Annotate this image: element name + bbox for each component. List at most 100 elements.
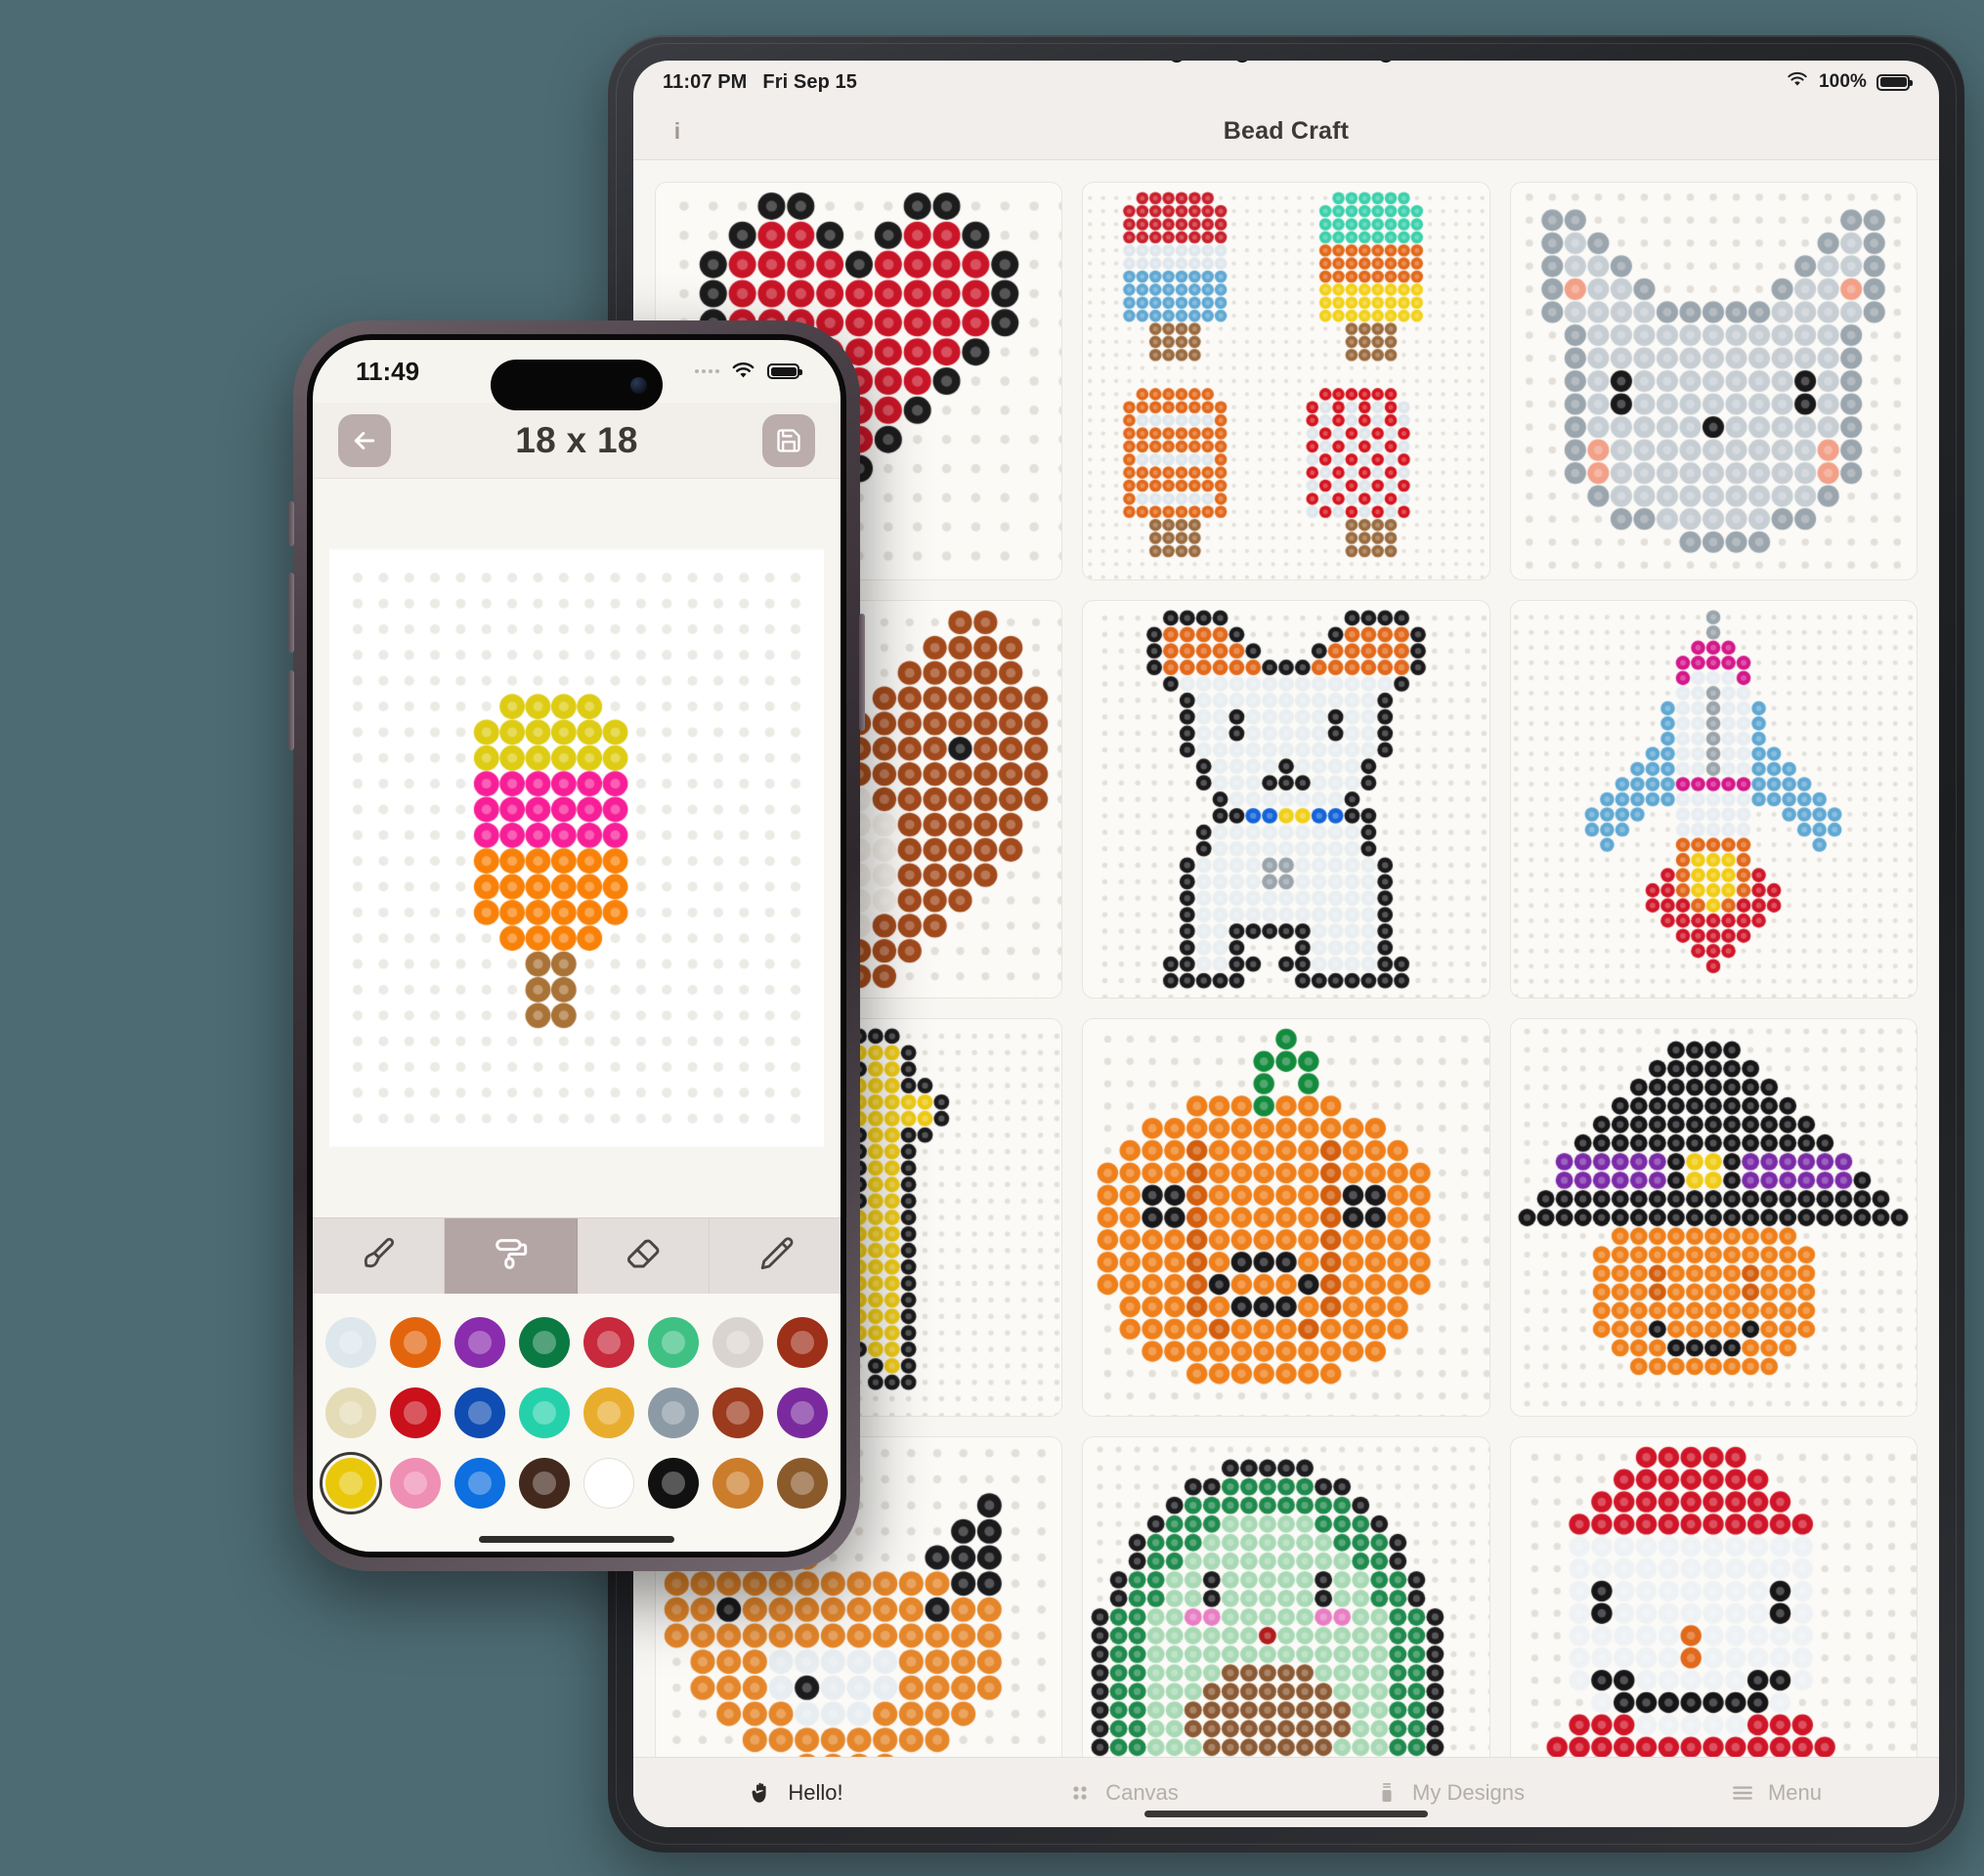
swatch-hole xyxy=(404,1401,427,1425)
color-swatch-11[interactable] xyxy=(513,1382,576,1444)
ipad-nav-bar: i Bead Craft xyxy=(633,104,1939,160)
color-swatch-2[interactable] xyxy=(449,1311,511,1374)
tab-hello[interactable]: Hello! xyxy=(633,1780,960,1806)
swatch-hole xyxy=(726,1401,750,1425)
swatch-fill xyxy=(648,1387,699,1438)
iphone-volume-up-button[interactable] xyxy=(288,573,294,653)
dog-design[interactable] xyxy=(1082,600,1490,999)
bead-grid[interactable] xyxy=(329,535,824,1161)
swatch-fill xyxy=(648,1317,699,1368)
iphone-volume-down-button[interactable] xyxy=(288,670,294,750)
color-swatch-9[interactable] xyxy=(384,1382,447,1444)
swatch-fill xyxy=(712,1458,763,1509)
home-indicator xyxy=(313,1526,841,1552)
pumpkin-design[interactable] xyxy=(1082,1018,1490,1417)
paint-roller-icon xyxy=(491,1234,530,1278)
iphone-bezel: 11:49 18 x 18 xyxy=(307,334,846,1557)
tab-menu[interactable]: Menu xyxy=(1613,1780,1939,1806)
color-swatch-12[interactable] xyxy=(578,1382,640,1444)
swatch-hole xyxy=(791,1471,814,1495)
swatch-hole xyxy=(726,1331,750,1354)
color-swatch-4[interactable] xyxy=(578,1311,640,1374)
swatch-fill xyxy=(712,1387,763,1438)
wifi-icon xyxy=(730,357,756,387)
swatch-hole xyxy=(533,1401,556,1425)
color-swatch-6[interactable] xyxy=(707,1311,769,1374)
color-swatch-16[interactable] xyxy=(320,1452,382,1514)
signal-dots-icon xyxy=(695,369,719,373)
witch-hat-design[interactable] xyxy=(1509,1018,1918,1417)
color-swatch-23[interactable] xyxy=(771,1452,834,1514)
waving-hand-icon xyxy=(750,1780,775,1806)
color-swatch-10[interactable] xyxy=(449,1382,511,1444)
swatch-fill xyxy=(777,1387,828,1438)
tab-my-designs[interactable]: My Designs xyxy=(1286,1780,1613,1806)
swatch-fill xyxy=(777,1458,828,1509)
swatch-fill xyxy=(583,1317,634,1368)
color-palette[interactable] xyxy=(313,1294,841,1526)
color-swatch-22[interactable] xyxy=(707,1452,769,1514)
swatch-hole xyxy=(662,1471,685,1495)
battery-full-icon xyxy=(1876,73,1913,91)
status-left: 11:07 PM Fri Sep 15 xyxy=(663,71,857,94)
swatch-fill xyxy=(648,1458,699,1509)
color-swatch-18[interactable] xyxy=(449,1452,511,1514)
swatch-hole xyxy=(339,1401,363,1425)
color-swatch-7[interactable] xyxy=(771,1311,834,1374)
iphone-power-button[interactable] xyxy=(859,614,865,731)
paintbrush-icon xyxy=(359,1234,398,1278)
color-swatch-5[interactable] xyxy=(642,1311,705,1374)
swatch-hole xyxy=(597,1331,621,1354)
swatch-fill xyxy=(390,1317,441,1368)
color-swatch-17[interactable] xyxy=(384,1452,447,1514)
swatch-hole xyxy=(468,1471,492,1495)
dynamic-island xyxy=(491,360,663,410)
color-swatch-20[interactable] xyxy=(578,1452,640,1514)
tool-eraser-button[interactable] xyxy=(578,1218,710,1294)
color-swatch-1[interactable] xyxy=(384,1311,447,1374)
swatch-fill xyxy=(712,1317,763,1368)
front-camera-icon xyxy=(630,376,647,394)
swatch-hole xyxy=(726,1471,750,1495)
swatch-hole xyxy=(597,1401,621,1425)
swatch-hole xyxy=(404,1471,427,1495)
color-swatch-14[interactable] xyxy=(707,1382,769,1444)
swatch-fill xyxy=(325,1387,376,1438)
rocket-design[interactable] xyxy=(1509,600,1918,999)
battery-full-icon xyxy=(767,363,802,379)
iphone-device: 11:49 18 x 18 xyxy=(288,320,865,1571)
swatch-hole xyxy=(468,1401,492,1425)
info-button[interactable]: i xyxy=(663,117,692,147)
color-swatch-3[interactable] xyxy=(513,1311,576,1374)
swatch-hole xyxy=(662,1331,685,1354)
color-swatch-13[interactable] xyxy=(642,1382,705,1444)
tool-selector-bar[interactable] xyxy=(313,1217,841,1294)
color-swatch-15[interactable] xyxy=(771,1382,834,1444)
color-swatch-0[interactable] xyxy=(320,1311,382,1374)
wifi-icon xyxy=(1786,70,1809,94)
tool-fill-button[interactable] xyxy=(445,1218,578,1294)
swatch-fill xyxy=(454,1317,505,1368)
bead-canvas[interactable] xyxy=(313,479,841,1217)
swatch-fill xyxy=(583,1387,634,1438)
avocado-design[interactable] xyxy=(1082,1436,1490,1757)
swatch-fill xyxy=(325,1458,376,1509)
popsicles-design[interactable] xyxy=(1082,182,1490,580)
swatch-fill xyxy=(390,1387,441,1438)
tab-canvas[interactable]: Canvas xyxy=(960,1780,1286,1806)
swatch-hole xyxy=(791,1331,814,1354)
santa-design[interactable] xyxy=(1509,1436,1918,1757)
tool-brush-button[interactable] xyxy=(313,1218,446,1294)
color-swatch-21[interactable] xyxy=(642,1452,705,1514)
swatch-fill xyxy=(777,1317,828,1368)
color-swatch-19[interactable] xyxy=(513,1452,576,1514)
color-swatch-8[interactable] xyxy=(320,1382,382,1444)
page-title: Bead Craft xyxy=(1223,117,1350,145)
iphone-silent-switch[interactable] xyxy=(288,501,294,546)
battery-percent-label: 100% xyxy=(1819,71,1867,92)
swatch-fill xyxy=(454,1387,505,1438)
cat-face-design[interactable] xyxy=(1509,182,1918,580)
swatch-hole xyxy=(533,1471,556,1495)
tool-pencil-button[interactable] xyxy=(710,1218,841,1294)
swatch-hole xyxy=(791,1401,814,1425)
